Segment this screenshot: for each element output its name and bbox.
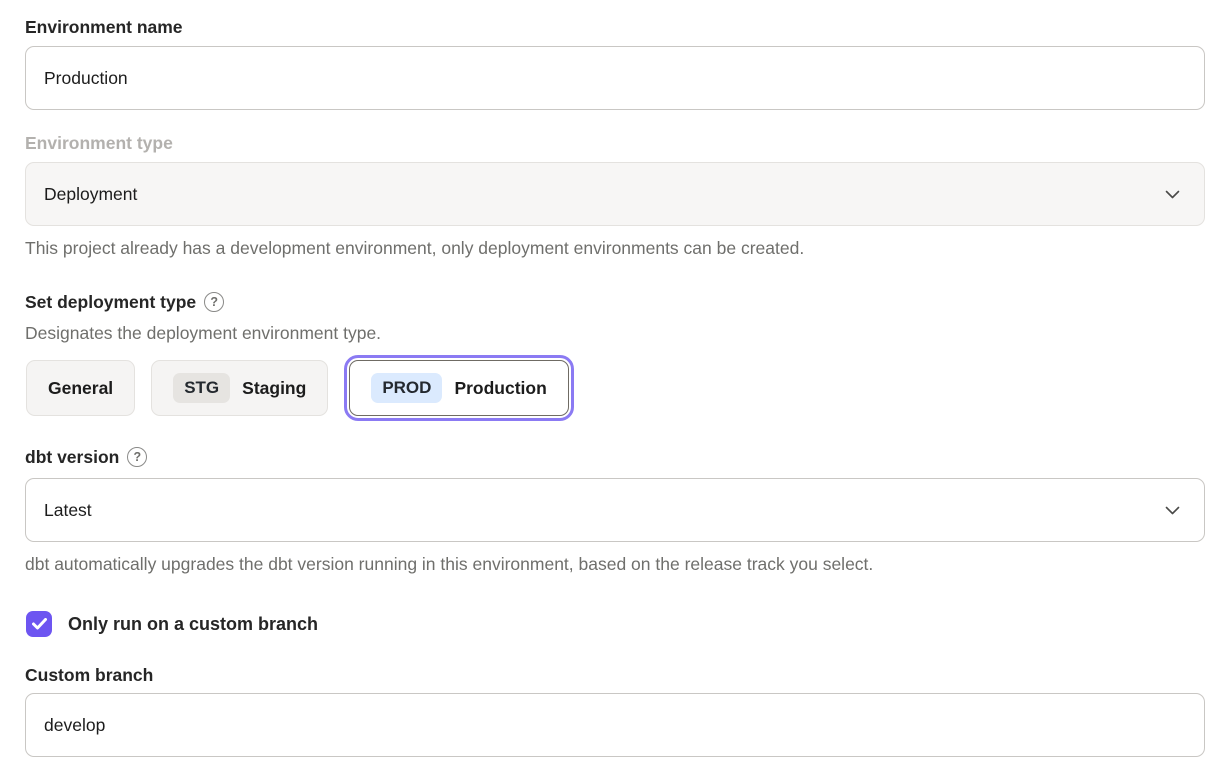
dbt-version-select[interactable]: Latest (25, 478, 1205, 542)
custom-branch-label: Custom branch (25, 664, 1205, 686)
environment-name-label: Environment name (25, 16, 1205, 38)
checkmark-icon (32, 618, 47, 630)
environment-type-select: Deployment (25, 162, 1205, 226)
environment-type-helper: This project already has a development e… (25, 236, 1205, 260)
environment-type-label: Environment type (25, 132, 1205, 154)
dbt-version-helper: dbt automatically upgrades the dbt versi… (25, 552, 1205, 576)
environment-name-input[interactable] (25, 46, 1205, 110)
help-icon[interactable]: ? (127, 447, 147, 467)
custom-branch-toggle-row: Only run on a custom branch (25, 611, 1205, 637)
custom-branch-checkbox-label[interactable]: Only run on a custom branch (68, 614, 318, 635)
dbt-version-value: Latest (44, 500, 92, 521)
general-button-label: General (48, 378, 113, 399)
deployment-type-production-button[interactable]: PROD Production (349, 360, 568, 416)
deployment-type-header: Set deployment type ? (25, 291, 1205, 313)
production-badge: PROD (371, 373, 442, 403)
chevron-down-icon (1165, 190, 1180, 199)
deployment-type-description: Designates the deployment environment ty… (25, 321, 1205, 345)
staging-button-label: Staging (242, 378, 306, 399)
environment-settings-form: Environment name Environment type Deploy… (0, 0, 1228, 757)
production-button-label: Production (454, 378, 546, 399)
dbt-version-header: dbt version ? (25, 446, 1205, 468)
staging-badge: STG (173, 373, 230, 403)
environment-type-value: Deployment (44, 184, 137, 205)
chevron-down-icon (1165, 506, 1180, 515)
custom-branch-checkbox[interactable] (26, 611, 52, 637)
deployment-type-staging-button[interactable]: STG Staging (151, 360, 328, 416)
deployment-type-options: General STG Staging PROD Production (25, 360, 1205, 416)
deployment-type-label: Set deployment type (25, 291, 196, 313)
help-icon[interactable]: ? (204, 292, 224, 312)
deployment-type-general-button[interactable]: General (26, 360, 135, 416)
dbt-version-label: dbt version (25, 446, 119, 468)
custom-branch-input[interactable] (25, 693, 1205, 757)
